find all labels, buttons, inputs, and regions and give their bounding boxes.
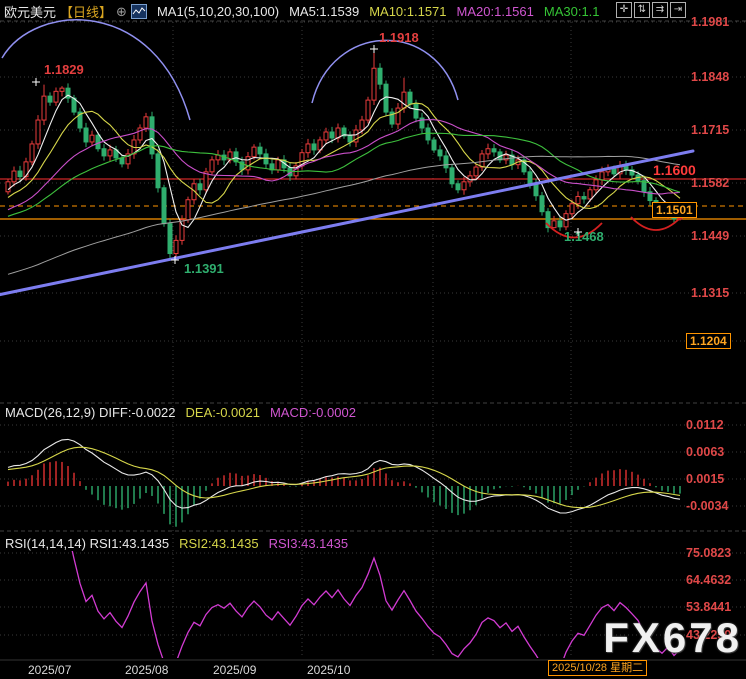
indicator-axis-label: -0.0034 [686, 499, 728, 513]
main-chart-header: 欧元美元 【日线】 ⊕ MA1(5,10,20,30,100) MA5:1.15… [4, 2, 600, 21]
indicator-axis-label: 64.4632 [686, 573, 731, 587]
macd-dea-value: DEA:-0.0021 [186, 405, 260, 420]
rsi-params[interactable]: RSI(14,14,14) [5, 536, 86, 551]
price-axis-label: 1.1848 [691, 70, 729, 84]
chart-canvas[interactable]: 1.1829 1.1918 1.1391 1.1468 1.1981 1.1848 1.17… [0, 0, 746, 679]
pan-right-icon[interactable]: ⇥ [670, 2, 686, 18]
chart-toolbar: ✛ ⇅ ⇉ ⇥ [616, 2, 686, 18]
scale-x-icon[interactable]: ⇉ [652, 2, 668, 18]
rsi3-value: RSI3:43.1435 [269, 536, 349, 551]
chart-window: 欧元美元 【日线】 ⊕ MA1(5,10,20,30,100) MA5:1.15… [0, 0, 746, 679]
ma-settings-label[interactable]: MA1(5,10,20,30,100) [157, 4, 279, 19]
ma20-value: MA20:1.1561 [457, 4, 534, 19]
date-axis-label: 2025/08 [125, 663, 169, 677]
rsi-header: RSI(14,14,14) RSI1:43.1435 RSI2:43.1435 … [5, 536, 348, 551]
date-axis-label: 2025/07 [28, 663, 72, 677]
ma5-value: MA5:1.1539 [289, 4, 359, 19]
rsi2-value: RSI2:43.1435 [179, 536, 259, 551]
indicator-axis-label: 53.8441 [686, 600, 731, 614]
instrument-title: 欧元美元 [4, 2, 56, 21]
price-annotation: 1.1391 [184, 261, 224, 276]
fx678-watermark: FX678 [603, 614, 742, 662]
lower-level-tag: 1.1204 [686, 333, 731, 349]
indicator-axis-label: 75.0823 [686, 546, 731, 560]
macd-header: MACD(26,12,9) DIFF:-0.0022 DEA:-0.0021 M… [5, 405, 356, 420]
macd-diff-value: DIFF:-0.0022 [99, 405, 176, 420]
macd-bar-value: MACD:-0.0002 [270, 405, 356, 420]
price-axis-label: 1.1582 [691, 176, 729, 190]
indicator-axis-label: 0.0112 [686, 418, 724, 432]
price-axis-label: 1.1315 [691, 286, 729, 300]
last-price-tag: 1.1501 [652, 202, 697, 218]
mini-chart-icon[interactable] [131, 4, 147, 19]
indicator-axis-label: 0.0063 [686, 445, 724, 459]
ma10-value: MA10:1.1571 [369, 4, 446, 19]
crosshair-icon[interactable]: ✛ [616, 2, 632, 18]
macd-params[interactable]: MACD(26,12,9) [5, 405, 95, 420]
price-axis-label: 1.1449 [691, 229, 729, 243]
indicator-axis-label: 0.0015 [686, 472, 724, 486]
ma30-value: MA30:1.1 [544, 4, 600, 19]
price-annotation: 1.1829 [44, 62, 84, 77]
rsi1-value: RSI1:43.1435 [90, 536, 170, 551]
scale-y-icon[interactable]: ⇅ [634, 2, 650, 18]
resistance-level-label: 1.1600 [653, 162, 696, 178]
price-axis-label: 1.1981 [691, 15, 729, 29]
date-axis-label: 2025/09 [213, 663, 257, 677]
price-annotation: 1.1468 [564, 229, 604, 244]
price-annotation: 1.1918 [379, 30, 419, 45]
date-axis-label: 2025/10 [307, 663, 351, 677]
add-indicator-icon[interactable]: ⊕ [116, 4, 127, 20]
period-label[interactable]: 【日线】 [60, 2, 112, 21]
price-axis-label: 1.1715 [691, 123, 729, 137]
last-date-tag: 2025/10/28 星期二 [548, 660, 647, 676]
